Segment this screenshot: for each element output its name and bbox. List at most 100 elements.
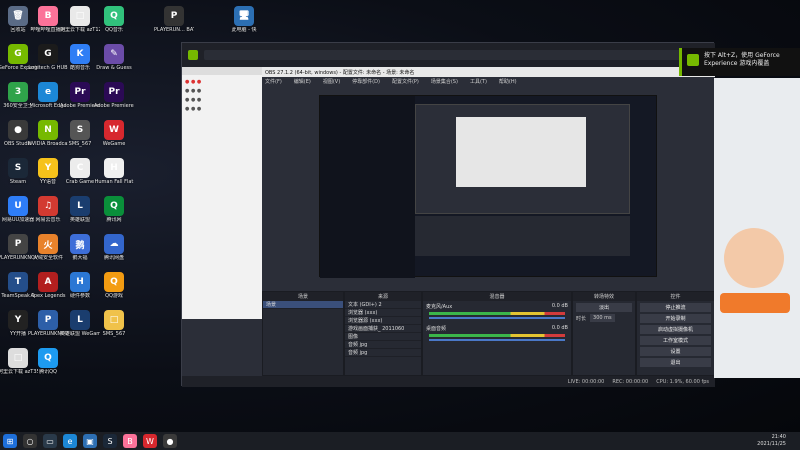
side-panel-list: ● ● ● ● ● ● ● ● ● ● ● ● — [182, 75, 262, 117]
side-list-item[interactable]: ● ● ● — [185, 105, 259, 114]
desktop-icon[interactable]: PPLAYERUNKNOWN'S BATTLEGROUNDS — [28, 310, 68, 346]
clock[interactable]: 21:40 2021/11/25 — [757, 434, 786, 448]
edge-icon[interactable]: e — [63, 434, 77, 448]
transition-type-select[interactable]: 淡出 — [576, 303, 632, 312]
app-icon: A — [38, 272, 58, 292]
desktop-icon[interactable]: C Crab Game — [64, 158, 96, 194]
desktop-icon[interactable]: 鹅鹅大福 — [64, 234, 96, 270]
app-icon: K — [70, 44, 90, 64]
preview-desktop-icons — [320, 96, 415, 278]
desktop-icon[interactable]: H 硬件参数 — [64, 272, 96, 308]
status-rec: REC: 00:00:00 — [612, 378, 649, 385]
scene-item[interactable]: 场景 — [263, 301, 343, 309]
desktop-icon[interactable]: PPLAYERUN... BATTLEG... — [154, 6, 194, 42]
desktop-icon[interactable]: Y YY开播 — [2, 310, 34, 346]
desktop-icon[interactable]: S Steam — [2, 158, 34, 194]
side-list-item[interactable]: ● ● ● — [185, 87, 259, 96]
source-item[interactable]: 文本 (GDI+) 2 — [345, 301, 421, 309]
desktop-icon[interactable]: □ SMS_567 — [98, 310, 130, 346]
desktop-icon[interactable]: PrAdobe Premiere ... — [60, 82, 100, 118]
taskbar: ⊞ ○ ▭ e ▣ S B W ● 21:40 2021/11/25 — [0, 432, 800, 450]
desktop-icon[interactable]: S SMS_567 — [64, 120, 96, 156]
app-icon: L — [70, 196, 90, 216]
obs-menu-item[interactable]: 场景集合(S) — [431, 78, 458, 85]
mixer-track: 桌面音频 0.0 dB — [423, 323, 571, 345]
mixer-dock: 混音器 麦克风/Aux 0.0 dB 桌面音频 0.0 dB — [422, 291, 572, 376]
file-explorer-icon[interactable]: ▣ — [83, 434, 97, 448]
desktop-icon[interactable]: Q QQ游戏 — [98, 272, 130, 308]
obs-preview[interactable] — [319, 95, 657, 278]
obs-menu-item[interactable]: 停靠部件(D) — [352, 78, 380, 85]
volume-slider[interactable] — [429, 317, 565, 319]
desktop-icon[interactable]: □ 阿里云下载 azT35 — [0, 348, 38, 384]
source-item[interactable]: 图像 — [345, 333, 421, 341]
control-button[interactable]: 退出 — [640, 358, 711, 367]
desktop-icon[interactable]: B 哔哩哔哩直播姬 — [30, 6, 66, 42]
app-icon: P — [8, 234, 28, 254]
desktop-icon[interactable]: Q QQ音乐 — [98, 6, 130, 42]
desktop-icon[interactable]: T TeamSpeak 3 — [1, 272, 35, 308]
desktop-icon[interactable]: W WeGame — [98, 120, 130, 156]
obs-menu-item[interactable]: 帮助(H) — [499, 78, 517, 85]
side-list-item[interactable]: ● ● ● — [185, 78, 259, 87]
obs-menu-item[interactable]: 文件(F) — [265, 78, 282, 85]
geforce-overlay-toast[interactable]: 按下 Alt+Z，使用 GeForce Experience 游戏内覆盖 — [679, 48, 800, 76]
desktop-icon[interactable]: 🗑 回收站 — [2, 6, 34, 42]
source-item[interactable]: 游戏画面捕获_ 2011060 — [345, 325, 421, 333]
app-icon: e — [38, 82, 58, 102]
volume-slider[interactable] — [429, 339, 565, 341]
obs-menu-item[interactable]: 工具(T) — [470, 78, 487, 85]
desktop-icon[interactable]: PPLAYERUNKNOWN'S BATTLEGROUNDS — [0, 234, 38, 270]
desktop-icon[interactable]: G Logitech G HUB — [28, 44, 68, 80]
control-button[interactable]: 启动虚拟摄像机 — [640, 325, 711, 334]
desktop-icon-label: QQ游戏 — [105, 293, 123, 299]
desktop-icon[interactable]: Q 腾讯QQ — [32, 348, 64, 384]
desktop-icon[interactable]: PrAdobe Premiere Pro 2020 — [94, 82, 134, 118]
control-button[interactable]: 工作室模式 — [640, 336, 711, 345]
control-button[interactable]: 开始录制 — [640, 314, 711, 323]
task-view-icon[interactable]: ▭ — [43, 434, 57, 448]
obs-menu-item[interactable]: 配置文件(P) — [392, 78, 419, 85]
desktop-icon[interactable]: 3 360安全卫士 — [2, 82, 34, 118]
desktop-icon[interactable]: ● OBS Studio — [2, 120, 34, 156]
desktop-icon[interactable]: Y YY语音 — [32, 158, 64, 194]
desktop-icon[interactable]: e Microsoft Edge — [30, 82, 66, 118]
control-button[interactable]: 设置 — [640, 347, 711, 356]
transition-duration-label: 时长 — [576, 315, 587, 322]
obs-menu-item[interactable]: 视图(V) — [323, 78, 340, 85]
source-item[interactable]: 浏览器源 (xxx) — [345, 317, 421, 325]
obs-menu-item[interactable]: 编辑(E) — [294, 78, 311, 85]
source-item[interactable]: 浏览器 (xxx) — [345, 309, 421, 317]
desktop-icon[interactable]: U 网易UU加速器 — [2, 196, 34, 232]
desktop-icon[interactable]: L英雄联盟 WeGame版 — [60, 310, 100, 346]
desktop-icon[interactable]: □阿里云下载 azT125 — [60, 6, 100, 42]
transition-duration-input[interactable]: 300 ms — [590, 314, 615, 322]
wegame-icon[interactable]: W — [143, 434, 157, 448]
obs-main-area: OBS 27.1.2 (64-bit, windows) - 配置文件: 未命名… — [262, 67, 715, 319]
app-icon: □ — [8, 348, 28, 368]
bilibili-icon[interactable]: B — [123, 434, 137, 448]
desktop-icon[interactable]: 🖥 此电脑 - 快 — [228, 6, 260, 42]
desktop-icon[interactable]: 火火绒安全软件 — [32, 234, 64, 270]
desktop-icon[interactable]: GGeForce Experience — [0, 44, 38, 80]
desktop-icon[interactable]: ✎ Draw & Guess — [96, 44, 132, 80]
source-item[interactable]: 音频 jpg — [345, 341, 421, 349]
desktop-icon[interactable]: K 酷狗音乐 — [64, 44, 96, 80]
search-icon[interactable]: ○ — [23, 434, 37, 448]
side-panel-header — [182, 67, 262, 75]
side-list-item[interactable]: ● ● ● — [185, 96, 259, 105]
desktop-icon[interactable]: N NVIDIA Broadcast — [28, 120, 68, 156]
desktop-icon[interactable]: H Human Fall Flat — [95, 158, 133, 194]
desktop-icon[interactable]: Q 腾讯网 — [98, 196, 130, 232]
desktop-icon[interactable]: ☁ 腾讯网盘 — [98, 234, 130, 270]
desktop-icon[interactable]: ♫ 网易云音乐 — [32, 196, 64, 232]
desktop-icon[interactable]: A Apex Legends — [30, 272, 66, 308]
steam-icon[interactable]: S — [103, 434, 117, 448]
preview-nested-window — [456, 117, 586, 187]
start-windows-icon[interactable]: ⊞ — [3, 434, 17, 448]
desktop-icon[interactable]: L 英雄联盟 — [64, 196, 96, 232]
app-icon: H — [104, 158, 124, 178]
source-item[interactable]: 音频 jpg — [345, 349, 421, 357]
control-button[interactable]: 停止推流 — [640, 303, 711, 312]
obs-icon[interactable]: ● — [163, 434, 177, 448]
